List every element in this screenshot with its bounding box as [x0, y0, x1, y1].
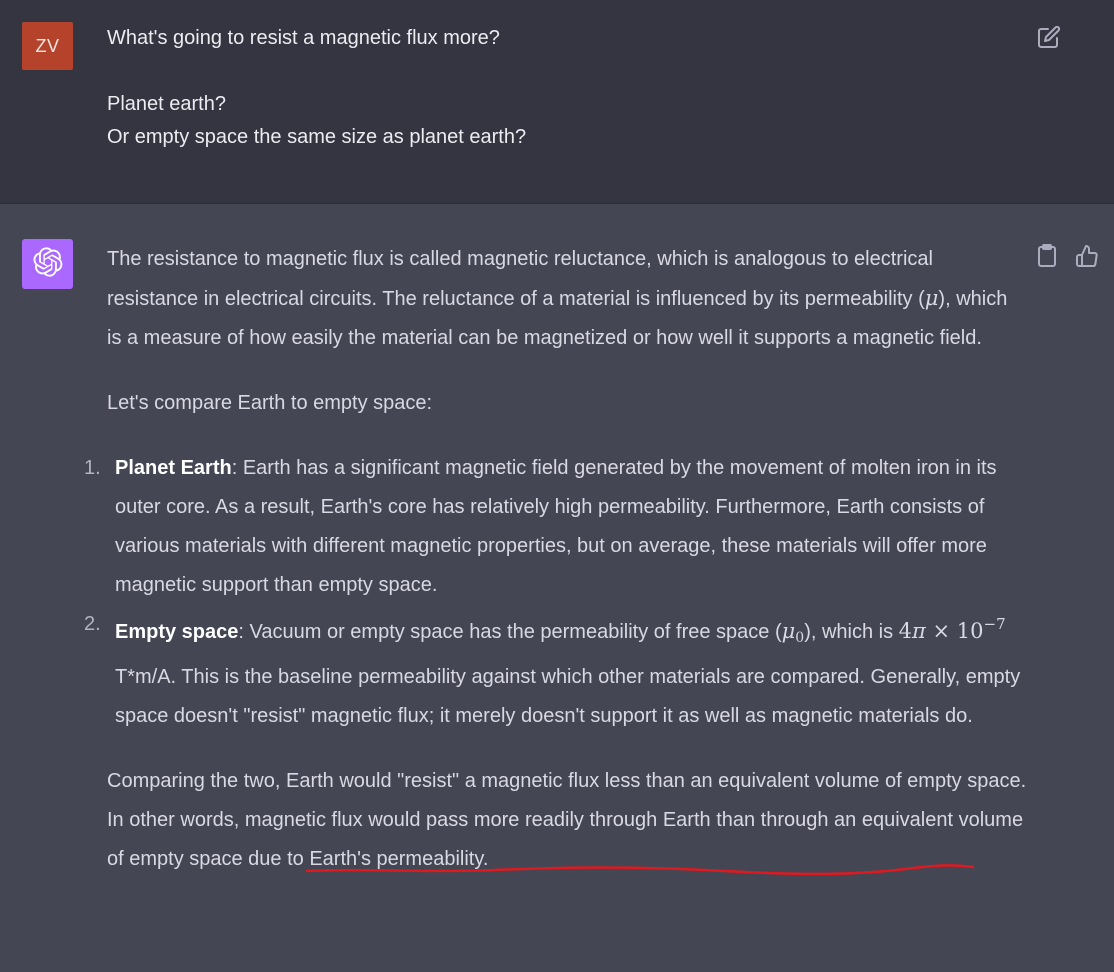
- assistant-avatar: [22, 239, 73, 289]
- list-item-title: Empty space: [115, 621, 239, 643]
- user-message-line-1: What's going to resist a magnetic flux m…: [107, 27, 500, 49]
- user-message-line-3: Or empty space the same size as planet e…: [107, 126, 527, 148]
- user-message-line-2: Planet earth?: [107, 93, 226, 115]
- list-number: 1.: [84, 457, 101, 479]
- edit-icon[interactable]: [1037, 25, 1061, 49]
- assistant-response-text: The resistance to magnetic flux is calle…: [84, 240, 1027, 879]
- permeability-formula: 4π × 10−7: [898, 615, 1006, 643]
- user-message: ZV What's going to resist a magnetic flu…: [0, 0, 1114, 204]
- red-underline-annotation: [305, 864, 975, 876]
- response-paragraph-2: Let's compare Earth to empty space:: [107, 392, 433, 414]
- mu0-symbol: μ0: [781, 619, 805, 646]
- user-avatar-initials: ZV: [35, 35, 60, 56]
- list-item-title: Planet Earth: [115, 457, 232, 479]
- mu-symbol: μ: [924, 286, 939, 310]
- comparison-list: 1. Planet Earth: Earth has a significant…: [84, 449, 1027, 736]
- list-item: 1. Planet Earth: Earth has a significant…: [84, 449, 1027, 605]
- user-message-text: What's going to resist a magnetic flux m…: [107, 22, 1007, 154]
- response-paragraph-1: The resistance to magnetic flux is calle…: [107, 248, 1008, 349]
- list-item: 2. Empty space: Vacuum or empty space ha…: [84, 605, 1027, 736]
- list-item-text: : Earth has a significant magnetic field…: [115, 457, 997, 596]
- highlighted-conclusion: Earth would "resist" a magnetic flux les…: [285, 770, 880, 792]
- thumbs-up-icon[interactable]: [1075, 244, 1101, 270]
- user-avatar: ZV: [22, 22, 73, 70]
- list-number: 2.: [84, 613, 101, 635]
- clipboard-icon[interactable]: [1036, 244, 1060, 270]
- openai-logo-icon: [32, 246, 63, 282]
